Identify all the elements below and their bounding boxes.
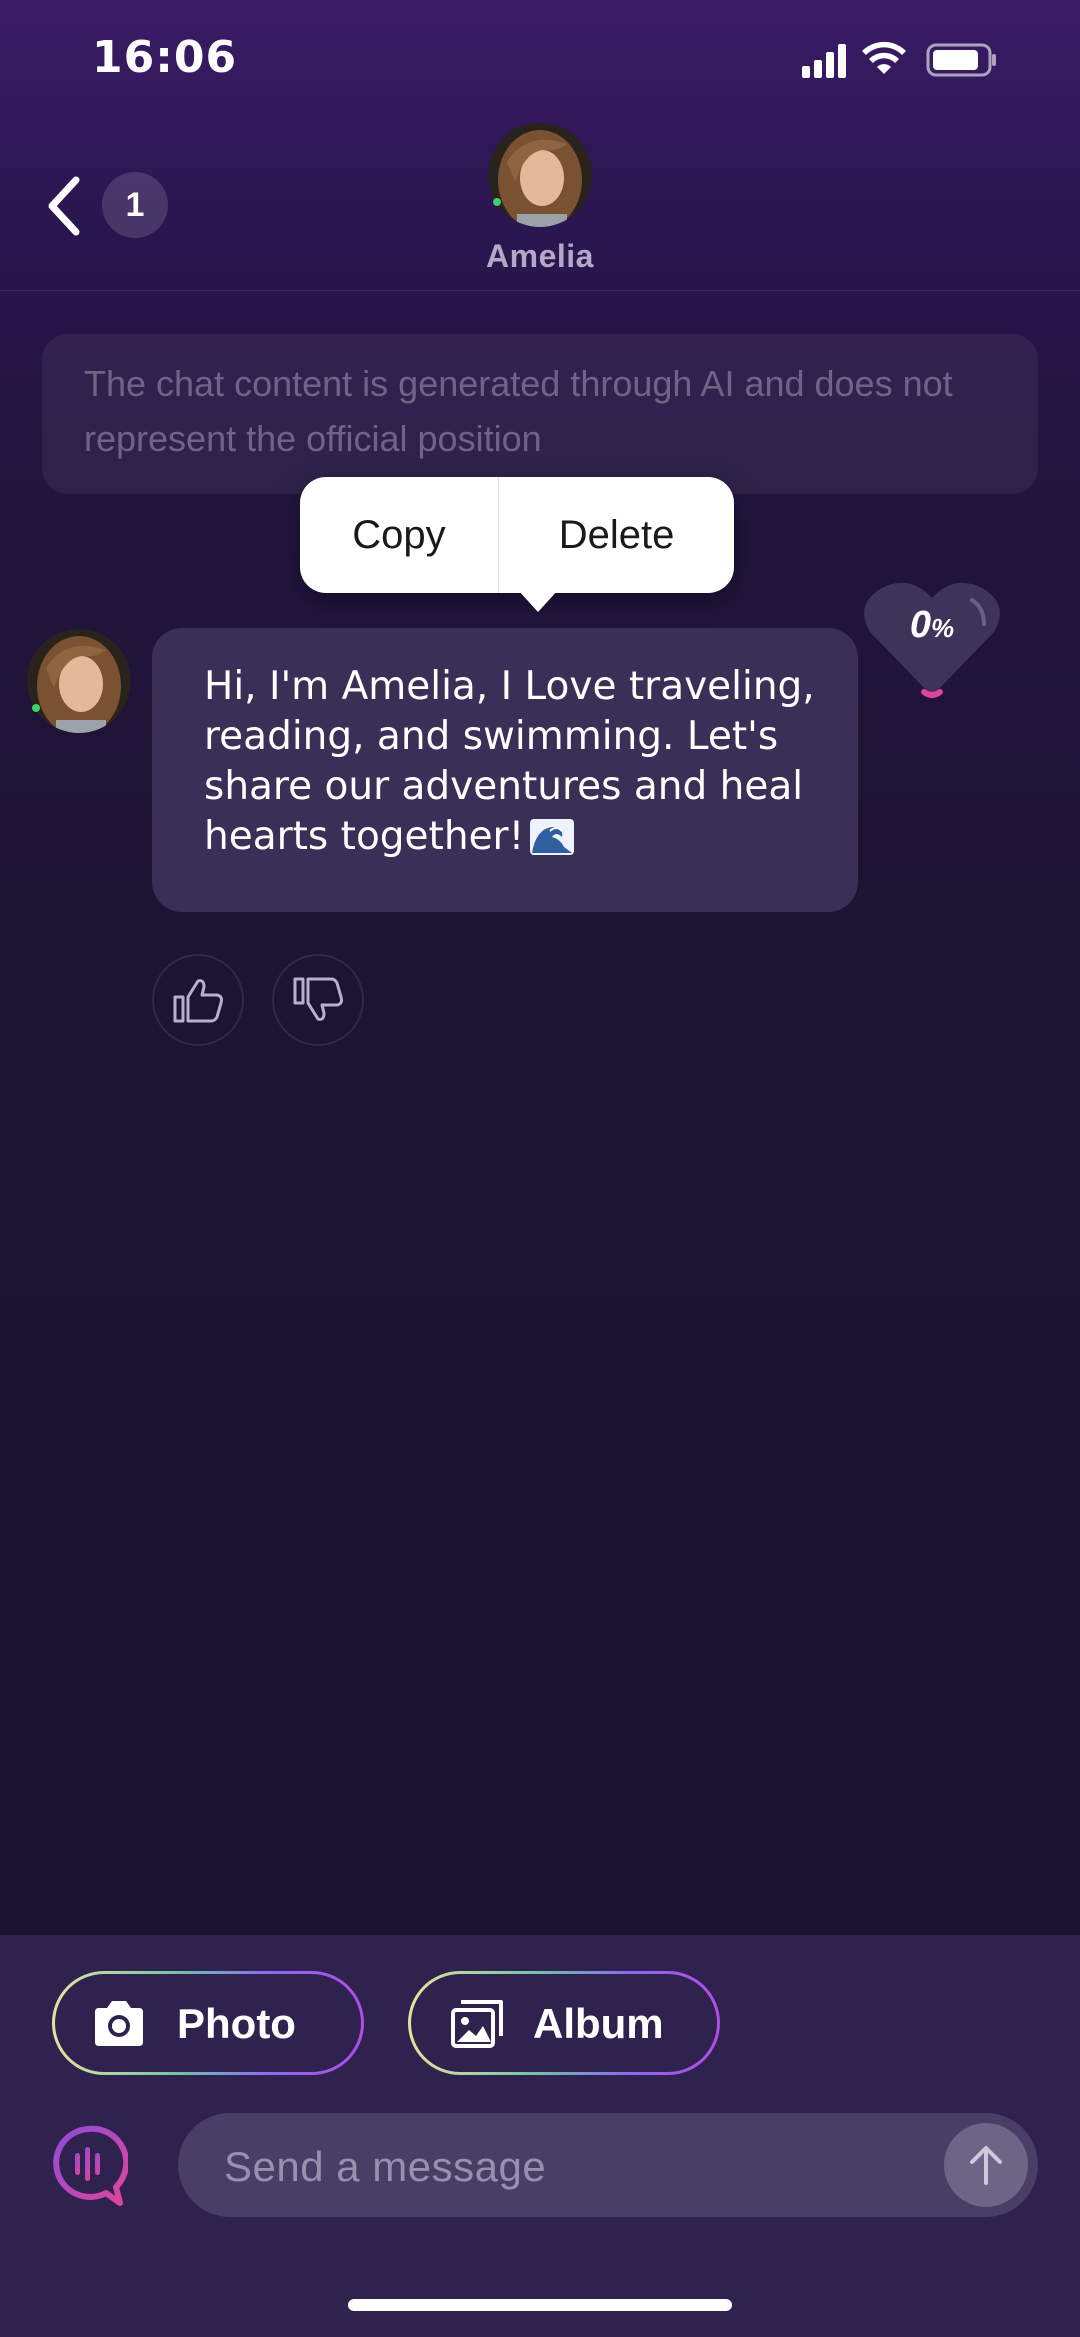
voice-chat-icon[interactable] (48, 2125, 128, 2209)
disclaimer-text: The chat content is generated through AI… (84, 363, 953, 459)
unread-badge[interactable]: 1 (102, 172, 168, 238)
affinity-number: 0 (909, 604, 931, 646)
thumbs-down-icon (293, 977, 343, 1021)
wifi-icon (862, 41, 906, 74)
affinity-meter[interactable]: 0% (860, 574, 1004, 704)
avatar[interactable] (487, 122, 593, 228)
message-context-menu: Copy Delete (300, 477, 734, 593)
ai-disclaimer: The chat content is generated through AI… (42, 334, 1038, 494)
contact-name: Amelia (486, 238, 594, 274)
delete-menu-item[interactable]: Delete (499, 477, 734, 593)
context-menu-pointer (518, 590, 558, 612)
chat-header: 1 Amelia (0, 110, 1080, 291)
camera-icon (95, 2001, 143, 2046)
chat-screen: 16:06 1 Amelia The chat content is gener… (0, 0, 1080, 2337)
battery-icon (926, 43, 996, 77)
album-icon (451, 2000, 503, 2048)
photo-label: Photo (177, 2000, 296, 2047)
message-body: Hi, I'm Amelia, I Love traveling, readin… (204, 664, 815, 859)
send-button[interactable] (944, 2123, 1028, 2207)
back-chevron-icon[interactable] (40, 170, 88, 242)
status-time: 16:06 (92, 32, 238, 83)
thumbs-up-icon (173, 979, 223, 1023)
home-indicator[interactable] (348, 2299, 732, 2311)
copy-menu-item[interactable]: Copy (300, 477, 498, 593)
message-text: Hi, I'm Amelia, I Love traveling, readin… (204, 662, 844, 862)
album-button[interactable]: Album (408, 1971, 720, 2075)
send-arrow-icon (970, 2146, 1002, 2185)
wave-emoji (530, 819, 575, 855)
photo-button[interactable]: Photo (52, 1971, 364, 2075)
cellular-signal-icon (802, 44, 846, 78)
like-button[interactable] (152, 954, 244, 1046)
affinity-unit: % (931, 613, 955, 643)
message-bubble[interactable]: Hi, I'm Amelia, I Love traveling, readin… (152, 628, 858, 912)
album-label: Album (533, 2000, 664, 2047)
dislike-button[interactable] (272, 954, 364, 1046)
avatar[interactable] (26, 628, 132, 734)
composer-panel: Photo Album Send a message (0, 1935, 1080, 2337)
message-placeholder: Send a message (224, 2143, 547, 2190)
affinity-value: 0% (860, 604, 1004, 647)
status-bar: 16:06 (0, 0, 1080, 120)
message-input[interactable]: Send a message (178, 2113, 1038, 2217)
